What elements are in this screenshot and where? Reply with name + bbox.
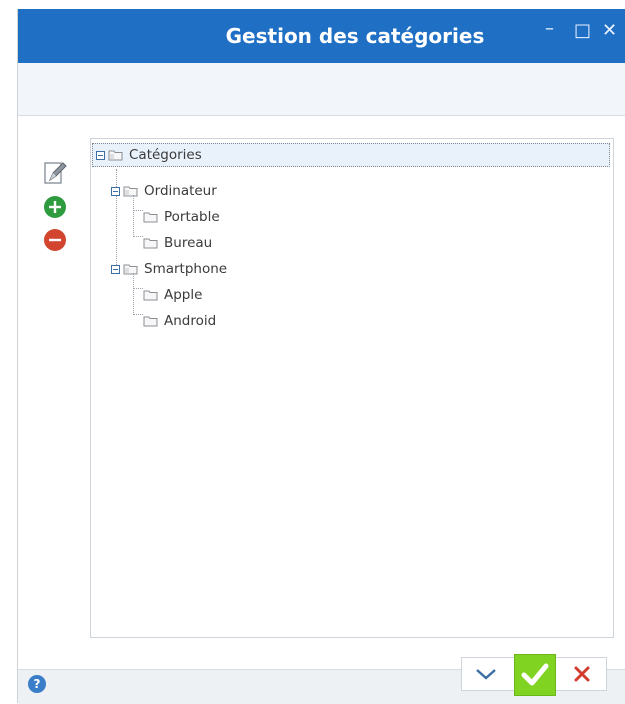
close-button[interactable]: ✕: [602, 21, 617, 41]
category-manager-window: Gestion des catégories – □ ✕ Catégories …: [17, 9, 625, 704]
collapse-toggle[interactable]: [111, 186, 120, 196]
tree-node-root[interactable]: Catégories: [92, 143, 610, 167]
chevron-down-icon: [476, 669, 496, 680]
expand-button[interactable]: [462, 658, 510, 690]
folder-icon: [123, 264, 138, 275]
tree-node-label: Portable: [164, 209, 220, 225]
minus-circle-icon: [44, 229, 66, 251]
tree-node-label: Ordinateur: [144, 183, 217, 199]
folder-icon: [143, 238, 158, 249]
minimize-button[interactable]: –: [545, 19, 554, 39]
tree-connector: [133, 288, 143, 289]
tree-node-label: Apple: [164, 287, 203, 303]
collapse-toggle[interactable]: [111, 264, 120, 274]
tree-node-smartphone[interactable]: Smartphone: [111, 257, 227, 281]
tree-node-portable[interactable]: Portable: [143, 205, 220, 229]
tree-node-label: Bureau: [164, 235, 213, 251]
maximize-button[interactable]: □: [574, 21, 591, 41]
tree-node-apple[interactable]: Apple: [143, 283, 202, 307]
ok-button[interactable]: [514, 654, 556, 696]
tree-node-label: Smartphone: [144, 261, 228, 277]
remove-button[interactable]: [43, 228, 67, 252]
folder-icon: [143, 290, 158, 301]
window-title: Gestion des catégories: [225, 24, 485, 48]
cancel-button[interactable]: [558, 658, 606, 690]
tree-node-label: Catégories: [129, 147, 202, 163]
edit-icon: [44, 162, 67, 184]
tree-connector: [133, 273, 134, 315]
tree-connector: [133, 195, 134, 237]
tree-connector: [133, 210, 143, 211]
x-icon: [574, 666, 590, 682]
tree-connector: [133, 236, 143, 237]
tree-connector: [133, 314, 143, 315]
tree-node-ordinateur[interactable]: Ordinateur: [111, 179, 217, 203]
folder-icon: [123, 186, 138, 197]
tree-node-bureau[interactable]: Bureau: [143, 231, 212, 255]
tree-node-android[interactable]: Android: [143, 309, 216, 333]
plus-circle-icon: [44, 196, 66, 218]
category-tree[interactable]: Catégories Ordinateur Portable Bureau Sm…: [90, 138, 614, 638]
folder-icon: [108, 150, 123, 161]
folder-icon: [143, 316, 158, 327]
edit-button[interactable]: [41, 159, 69, 187]
collapse-toggle[interactable]: [96, 150, 105, 160]
title-bar: Gestion des catégories – □ ✕: [18, 9, 625, 63]
folder-icon: [143, 212, 158, 223]
tree-node-label: Android: [164, 313, 217, 329]
check-icon: [521, 663, 549, 686]
add-button[interactable]: [43, 195, 67, 219]
toolbar-band: [18, 63, 625, 116]
dialog-buttons: [461, 654, 607, 696]
help-button[interactable]: ?: [28, 675, 46, 693]
